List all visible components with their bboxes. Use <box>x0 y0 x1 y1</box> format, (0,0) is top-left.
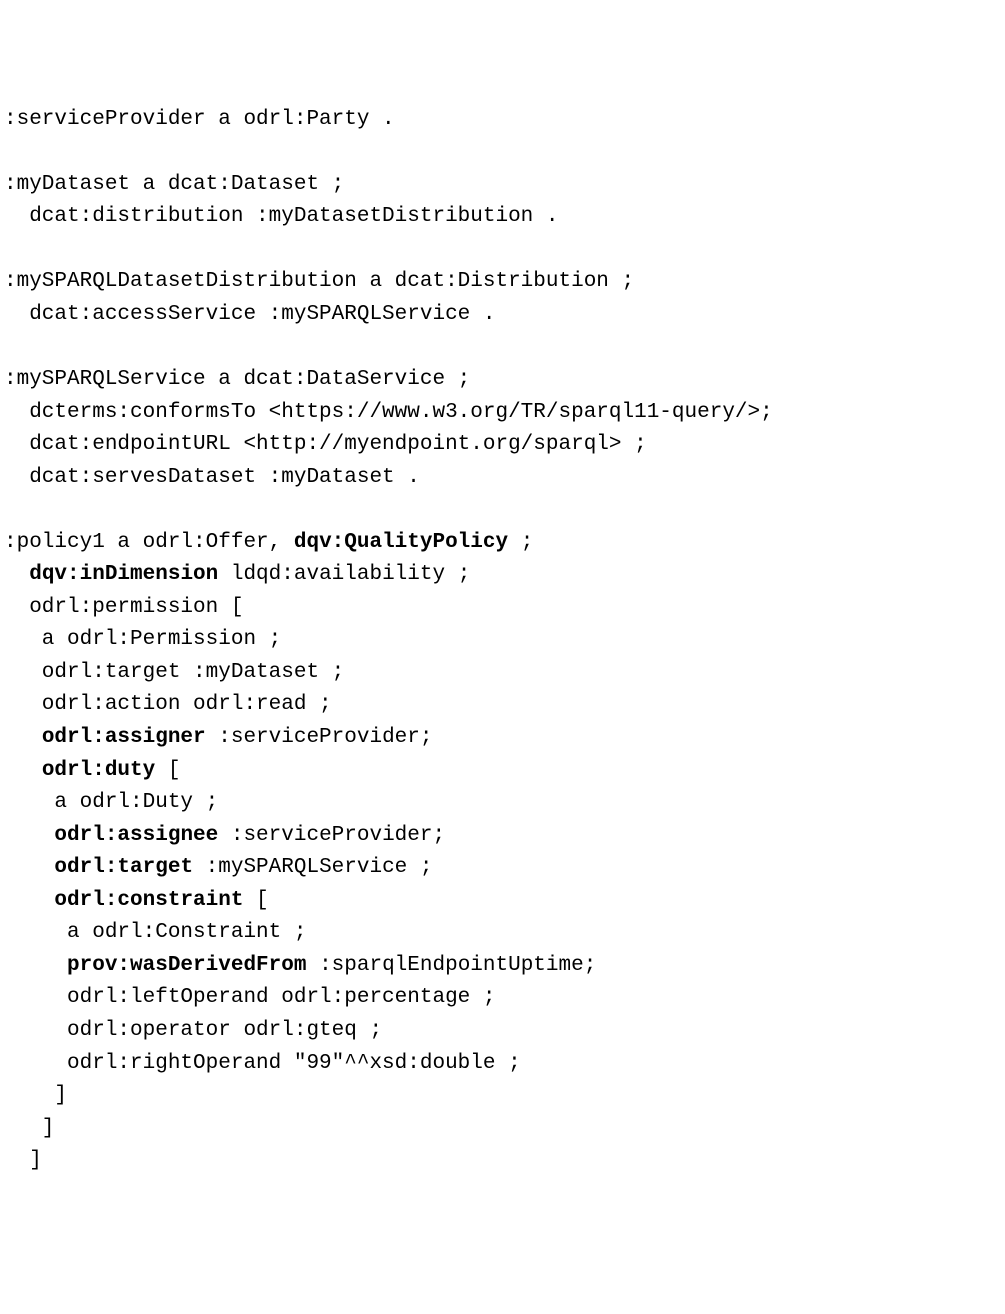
code-segment <box>4 954 67 977</box>
code-line: ] <box>4 1113 1001 1146</box>
code-segment: odrl:target <box>54 856 193 879</box>
code-segment: :mySPARQLService a dcat:DataService ; <box>4 368 470 391</box>
code-line: odrl:action odrl:read ; <box>4 689 1001 722</box>
code-segment <box>4 563 29 586</box>
code-line: :serviceProvider a odrl:Party . <box>4 104 1001 137</box>
code-segment: odrl:action odrl:read ; <box>4 693 332 716</box>
code-segment: odrl:assignee <box>54 824 218 847</box>
code-line: dcat:servesDataset :myDataset . <box>4 462 1001 495</box>
code-segment: odrl:assigner <box>42 726 206 749</box>
code-segment: a odrl:Permission ; <box>4 628 281 651</box>
code-line: odrl:duty [ <box>4 755 1001 788</box>
code-line: :mySPARQLDatasetDistribution a dcat:Dist… <box>4 266 1001 299</box>
code-line <box>4 331 1001 364</box>
code-line: odrl:target :mySPARQLService ; <box>4 852 1001 885</box>
code-segment <box>4 889 54 912</box>
code-line: dcat:accessService :mySPARQLService . <box>4 299 1001 332</box>
code-segment <box>4 726 42 749</box>
code-line: :mySPARQLService a dcat:DataService ; <box>4 364 1001 397</box>
code-segment: :myDataset a dcat:Dataset ; <box>4 173 344 196</box>
code-segment: :mySPARQLDatasetDistribution a dcat:Dist… <box>4 270 634 293</box>
code-line: a odrl:Duty ; <box>4 787 1001 820</box>
code-segment <box>4 759 42 782</box>
code-segment: dcat:endpointURL <http://myendpoint.org/… <box>4 433 647 456</box>
code-line: :policy1 a odrl:Offer, dqv:QualityPolicy… <box>4 527 1001 560</box>
code-line: a odrl:Constraint ; <box>4 917 1001 950</box>
code-line: prov:wasDerivedFrom :sparqlEndpointUptim… <box>4 950 1001 983</box>
code-segment: :serviceProvider; <box>218 824 445 847</box>
code-segment: :policy1 a odrl:Offer, <box>4 531 294 554</box>
code-block: :serviceProvider a odrl:Party . :myDatas… <box>4 104 1001 1178</box>
code-line: a odrl:Permission ; <box>4 624 1001 657</box>
code-segment: odrl:operator odrl:gteq ; <box>4 1019 382 1042</box>
code-segment: ] <box>4 1084 67 1107</box>
code-line <box>4 136 1001 169</box>
code-segment: [ <box>243 889 268 912</box>
code-segment: ] <box>4 1149 42 1172</box>
code-line: odrl:rightOperand "99"^^xsd:double ; <box>4 1048 1001 1081</box>
code-segment: dcat:accessService :mySPARQLService . <box>4 303 495 326</box>
code-segment: odrl:target :myDataset ; <box>4 661 344 684</box>
code-line: dcat:distribution :myDatasetDistribution… <box>4 201 1001 234</box>
code-segment: :serviceProvider a odrl:Party . <box>4 108 395 131</box>
code-segment: dcterms:conformsTo <https://www.w3.org/T… <box>4 401 773 424</box>
code-segment: odrl:leftOperand odrl:percentage ; <box>4 986 495 1009</box>
code-line: dqv:inDimension ldqd:availability ; <box>4 559 1001 592</box>
code-segment: :mySPARQLService ; <box>193 856 432 879</box>
code-line: dcterms:conformsTo <https://www.w3.org/T… <box>4 397 1001 430</box>
code-segment: :sparqlEndpointUptime; <box>306 954 596 977</box>
code-segment: dqv:QualityPolicy <box>294 531 508 554</box>
code-line: odrl:operator odrl:gteq ; <box>4 1015 1001 1048</box>
code-segment: a odrl:Constraint ; <box>4 921 306 944</box>
code-line <box>4 494 1001 527</box>
code-line: odrl:permission [ <box>4 592 1001 625</box>
code-segment: odrl:rightOperand "99"^^xsd:double ; <box>4 1052 521 1075</box>
code-line: ] <box>4 1145 1001 1178</box>
code-segment: odrl:permission [ <box>4 596 243 619</box>
code-line: :myDataset a dcat:Dataset ; <box>4 169 1001 202</box>
code-segment: a odrl:Duty ; <box>4 791 218 814</box>
code-segment: dqv:inDimension <box>29 563 218 586</box>
code-segment: odrl:duty <box>42 759 155 782</box>
code-segment: ; <box>508 531 533 554</box>
code-segment: [ <box>155 759 180 782</box>
code-segment: :serviceProvider; <box>206 726 433 749</box>
code-line: odrl:constraint [ <box>4 885 1001 918</box>
code-segment: dcat:servesDataset :myDataset . <box>4 466 420 489</box>
code-segment: dcat:distribution :myDatasetDistribution… <box>4 205 559 228</box>
code-segment <box>4 824 54 847</box>
code-line: odrl:leftOperand odrl:percentage ; <box>4 982 1001 1015</box>
code-segment <box>4 856 54 879</box>
code-line: ] <box>4 1080 1001 1113</box>
code-segment: ldqd:availability ; <box>218 563 470 586</box>
code-line: dcat:endpointURL <http://myendpoint.org/… <box>4 429 1001 462</box>
code-line: odrl:assigner :serviceProvider; <box>4 722 1001 755</box>
code-line: odrl:assignee :serviceProvider; <box>4 820 1001 853</box>
code-segment: odrl:constraint <box>54 889 243 912</box>
code-line: odrl:target :myDataset ; <box>4 657 1001 690</box>
code-segment: ] <box>4 1117 54 1140</box>
code-segment: prov:wasDerivedFrom <box>67 954 306 977</box>
code-line <box>4 234 1001 267</box>
